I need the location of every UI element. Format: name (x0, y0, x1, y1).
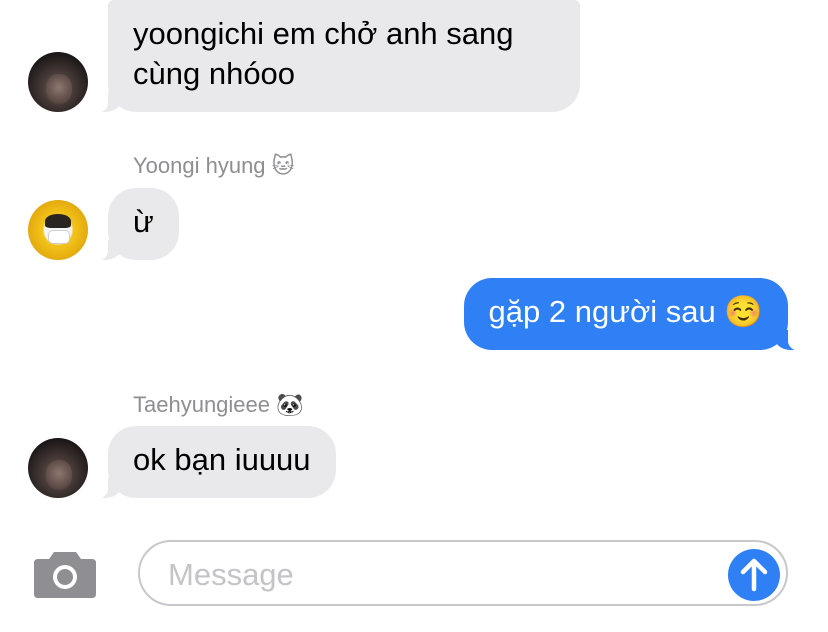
sender-name: Yoongi hyung 🐱 (133, 153, 295, 178)
message-bubble-incoming[interactable]: ừ (92, 188, 179, 261)
message-text: ok bạn iuuuu (133, 442, 311, 477)
avatar-taehyung (28, 52, 88, 112)
sender-name: Taehyungieee 🐼 (133, 392, 304, 417)
avatar-mask (48, 230, 70, 244)
message-text: yoongichi em chở anh sang cùng nhóoo (133, 16, 514, 91)
message-text: gặp 2 người sau ☺️ (488, 294, 763, 329)
avatar-face (46, 460, 72, 490)
message-bubble-incoming[interactable]: ok bạn iuuuu (92, 426, 336, 499)
avatar-yoongi (28, 200, 88, 260)
message-text: ừ (133, 204, 154, 239)
message-input-placeholder: Message (168, 557, 294, 592)
avatar-face (46, 74, 72, 104)
message-input[interactable]: Message (138, 540, 788, 606)
camera-icon[interactable] (34, 548, 96, 598)
arrow-up-icon (740, 558, 768, 592)
message-bubble-outgoing[interactable]: gặp 2 người sau ☺️ (463, 278, 805, 351)
send-button[interactable] (728, 549, 780, 601)
avatar-hair (45, 214, 71, 228)
message-bubble-incoming[interactable]: yoongichi em chở anh sang cùng nhóoo (92, 0, 580, 113)
avatar-taehyung (28, 438, 88, 498)
